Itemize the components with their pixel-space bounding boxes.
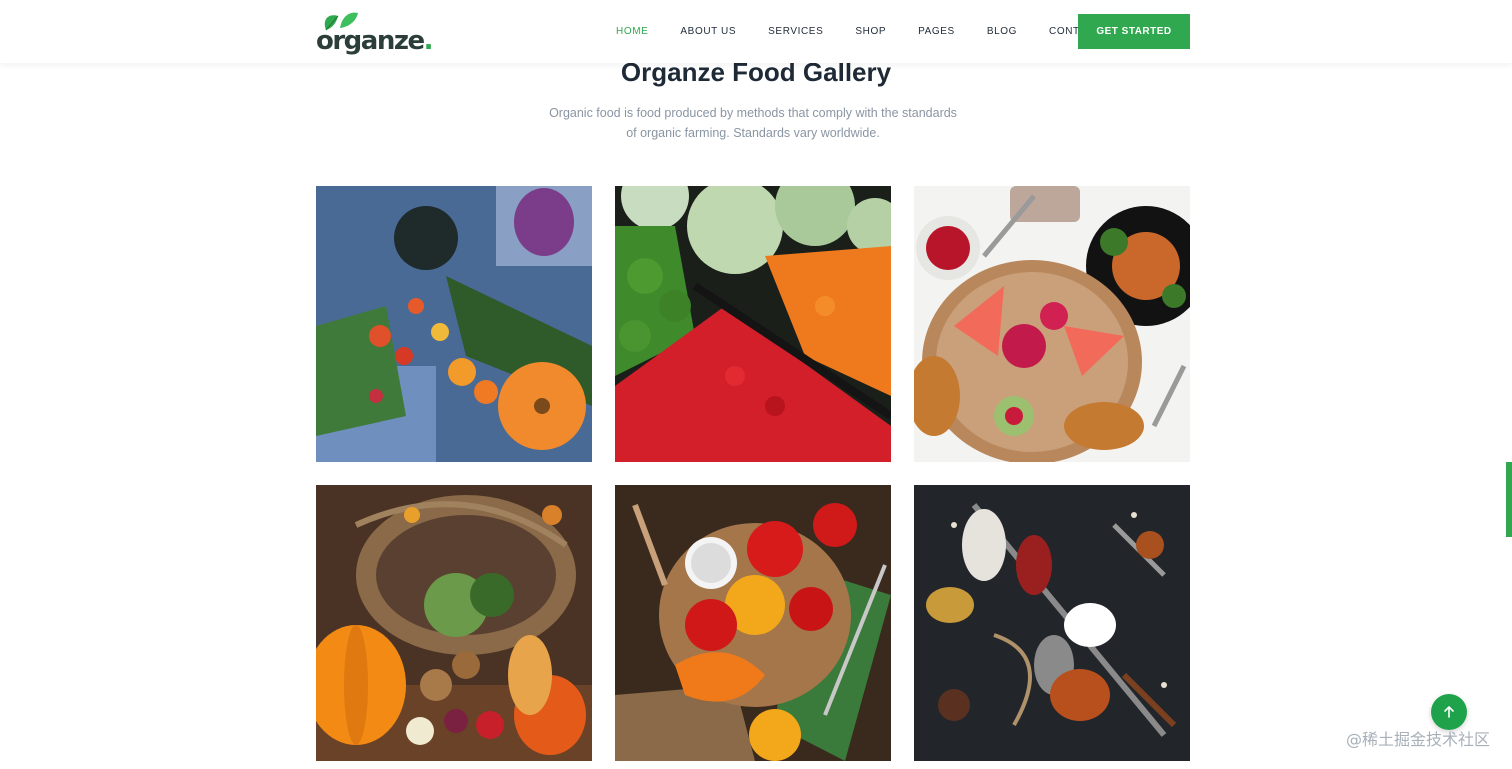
harvest-basket-illustration (316, 485, 592, 761)
nav-home[interactable]: HOME (616, 26, 648, 37)
gallery-image-market-produce[interactable] (615, 186, 891, 462)
arrow-up-icon (1444, 706, 1454, 718)
gallery-image-spices[interactable] (914, 485, 1190, 761)
nav-shop[interactable]: SHOP (855, 26, 886, 37)
nav-blog[interactable]: BLOG (987, 26, 1017, 37)
main-nav: HOME ABOUT US SERVICES SHOP PAGES BLOG C… (600, 0, 1133, 63)
nav-about-us[interactable]: ABOUT US (680, 26, 736, 37)
gallery-image-vegetables[interactable] (316, 186, 592, 462)
market-produce-illustration (615, 186, 891, 462)
back-to-top-button[interactable] (1431, 694, 1467, 730)
gallery-image-tomatoes-peppers[interactable] (615, 485, 891, 761)
leaf-icon (324, 12, 358, 31)
tomatoes-peppers-illustration (615, 485, 891, 761)
watermark-text: @稀土掘金技术社区 (1345, 730, 1490, 749)
brand-logo[interactable]: organze. (316, 10, 434, 54)
fruit-platter-illustration (914, 186, 1190, 462)
vegetables-photo-illustration (316, 186, 592, 462)
gallery-image-harvest-basket[interactable] (316, 485, 592, 761)
site-header: organze. HOME ABOUT US SERVICES SHOP PAG… (0, 0, 1512, 63)
side-accent-bar (1506, 462, 1512, 537)
nav-pages[interactable]: PAGES (918, 26, 955, 37)
gallery-image-fruit-platter[interactable] (914, 186, 1190, 462)
nav-services[interactable]: SERVICES (768, 26, 823, 37)
section-subtitle: Organic food is food produced by methods… (549, 106, 957, 140)
spices-illustration (914, 485, 1190, 761)
get-started-button[interactable]: GET STARTED (1078, 14, 1190, 49)
